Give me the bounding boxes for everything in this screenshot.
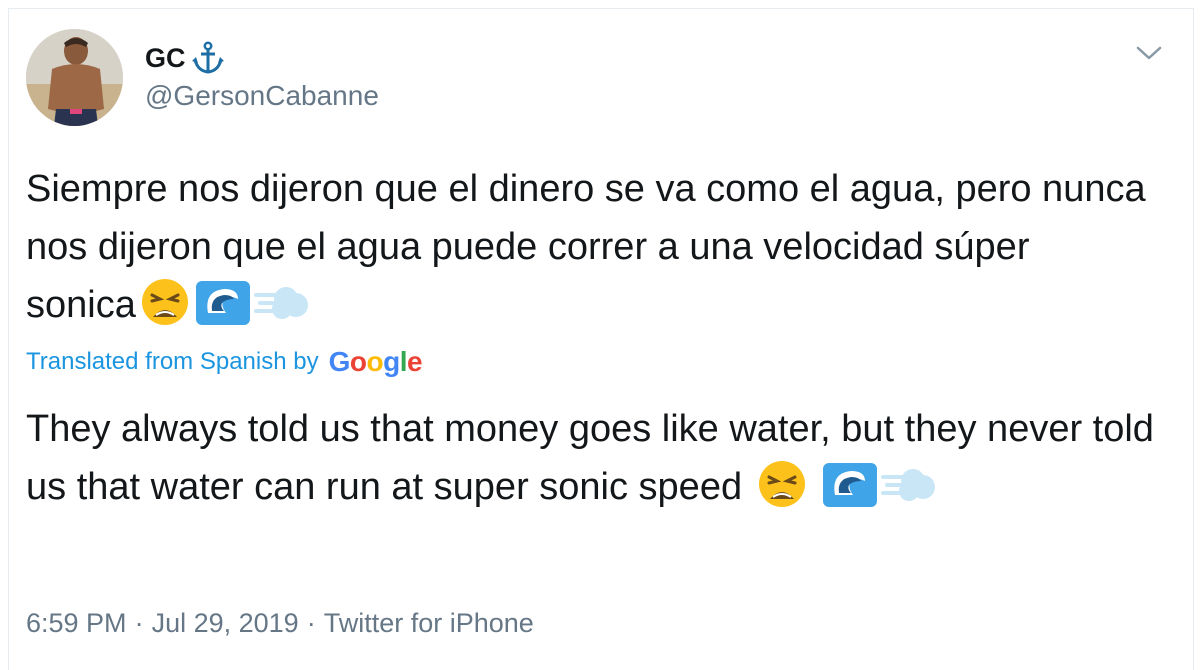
translated-text: They always told us that money goes like… (26, 400, 1166, 516)
translated-text-content: They always told us that money goes like… (26, 408, 1154, 508)
anchor-icon (190, 40, 226, 76)
google-logo: Google (328, 346, 423, 377)
tweet-source[interactable]: Twitter for iPhone (324, 608, 534, 639)
tweet-time[interactable]: 6:59 PM (26, 608, 127, 639)
tweet-date[interactable]: Jul 29, 2019 (152, 608, 299, 639)
author-name-row[interactable]: GC (145, 40, 226, 76)
dash-symbol-emoji (879, 459, 937, 509)
meta-separator: · (306, 608, 316, 638)
weary-face-emoji (136, 277, 194, 327)
avatar[interactable] (26, 29, 123, 126)
dash-symbol-emoji (252, 277, 310, 327)
water-wave-emoji (821, 459, 879, 509)
author-handle[interactable]: @GersonCabanne (145, 80, 379, 112)
author-display-name[interactable]: GC (145, 43, 186, 74)
tweet-text: Siempre nos dijeron que el dinero se va … (26, 160, 1146, 334)
chevron-down-icon[interactable] (1134, 40, 1164, 66)
meta-separator: · (134, 608, 144, 638)
weary-face-emoji (753, 459, 811, 509)
translation-attribution[interactable]: Translated from Spanish by Google (26, 346, 423, 378)
water-wave-emoji (194, 277, 252, 327)
tweet-meta: 6:59 PM · Jul 29, 2019 · Twitter for iPh… (26, 608, 534, 639)
translated-from-label[interactable]: Translated from Spanish by (26, 348, 319, 376)
